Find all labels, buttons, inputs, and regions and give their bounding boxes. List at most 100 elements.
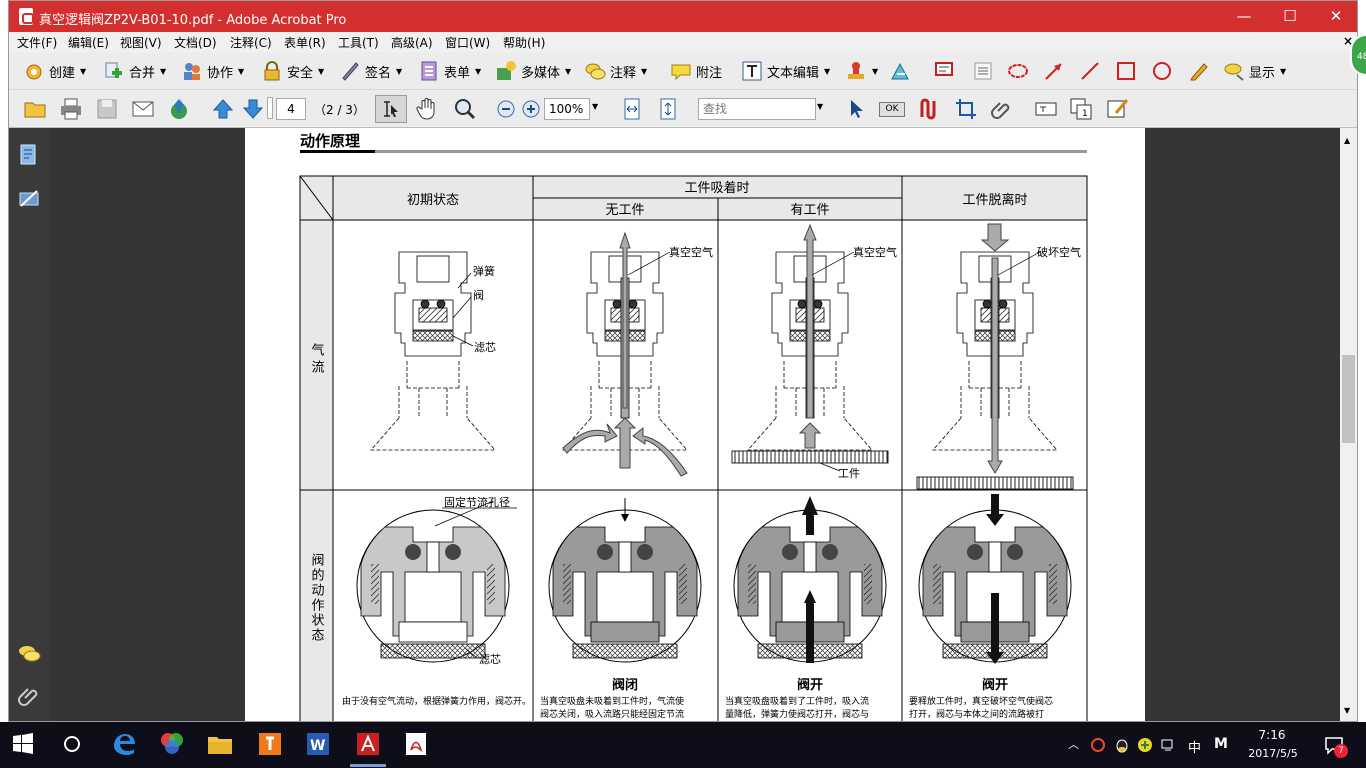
ok-button[interactable]: OK <box>879 102 905 117</box>
print-icon[interactable] <box>59 97 83 121</box>
tray-expand-icon[interactable]: ︿ <box>1068 736 1079 752</box>
menu-document[interactable]: 文档(D) <box>174 34 217 51</box>
pdf-editor-app-icon[interactable] <box>256 730 284 758</box>
comment-button[interactable]: 注释 ▼ <box>584 59 647 83</box>
menu-view[interactable]: 视图(V) <box>120 34 162 51</box>
menu-tools[interactable]: 工具(T) <box>338 34 379 51</box>
arrow-tool-button[interactable] <box>1043 59 1065 83</box>
note-button[interactable]: 附注 <box>670 59 722 83</box>
clock-time[interactable]: 7:16 <box>1247 728 1297 742</box>
ime-mode-icon[interactable]: M <box>1214 736 1228 752</box>
zoom-field[interactable]: 100% <box>544 98 590 120</box>
show-button[interactable]: 显示 ▼ <box>1223 59 1286 83</box>
attachment-link-icon[interactable] <box>989 97 1013 121</box>
menu-file[interactable]: 文件(F) <box>17 34 57 51</box>
collaborate-button[interactable]: 协作 ▼ <box>181 59 244 83</box>
textbox-markup-button[interactable] <box>934 59 956 83</box>
open-folder-icon[interactable] <box>23 97 47 121</box>
search-icon[interactable] <box>58 730 86 758</box>
menu-edit[interactable]: 编辑(E) <box>68 34 109 51</box>
navigation-pane <box>9 128 50 721</box>
acrobat-window: 真空逻辑阀ZP2V-B01-10.pdf - Adobe Acrobat Pro… <box>8 0 1358 722</box>
form-edit-icon[interactable] <box>1106 97 1130 121</box>
chevron-down-icon: ▼ <box>824 66 831 76</box>
close-button[interactable]: ✕ <box>1313 1 1357 32</box>
label-valve: 阀 <box>473 288 484 302</box>
oval-tool-button[interactable] <box>1151 59 1173 83</box>
security-shield-icon[interactable] <box>1137 737 1153 753</box>
text-edit-button[interactable]: 文本编辑 ▼ <box>741 59 830 83</box>
hand-tool-icon[interactable] <box>415 97 439 121</box>
pencil-tool-button[interactable] <box>1188 59 1210 83</box>
secure-button[interactable]: 安全 ▼ <box>261 59 324 83</box>
label-vacuum-air-1: 真空空气 <box>669 245 713 259</box>
ime-indicator[interactable]: 中 <box>1188 737 1201 756</box>
arrow-up-icon[interactable] <box>211 97 235 121</box>
comment-bubbles-icon <box>585 63 606 80</box>
stamp-button[interactable]: ▼ <box>845 59 878 83</box>
menu-window[interactable]: 窗口(W) <box>445 34 490 51</box>
select-arrow-icon[interactable] <box>845 97 869 121</box>
menu-advanced[interactable]: 高级(A) <box>391 34 433 51</box>
acrobat-taskbar-icon[interactable] <box>354 730 382 758</box>
create-button[interactable]: 创建 ▼ <box>23 59 86 83</box>
zoom-dropdown-icon[interactable]: ▼ <box>592 102 598 111</box>
page-number-field[interactable]: 4 <box>276 98 306 120</box>
select-tool-button[interactable] <box>375 95 407 123</box>
file-explorer-icon[interactable] <box>206 730 234 758</box>
find-input[interactable]: 查找 <box>698 98 816 120</box>
link-squiggle-icon[interactable] <box>917 97 941 121</box>
page-number-tool-icon[interactable]: 1 <box>1069 97 1093 121</box>
combine-button[interactable]: 合并 ▼ <box>103 59 166 83</box>
sign-button[interactable]: 签名 ▼ <box>339 59 402 83</box>
callout-button[interactable] <box>889 59 911 83</box>
scroll-up-icon[interactable]: ▲ <box>1344 136 1350 145</box>
fit-width-icon[interactable] <box>620 97 644 121</box>
col-header-initial: 初期状态 <box>407 193 459 208</box>
attachments-panel-icon[interactable] <box>18 684 40 708</box>
signatures-panel-icon[interactable] <box>18 188 40 210</box>
cloud-tool-button[interactable] <box>1007 59 1029 83</box>
zoom-in-icon[interactable] <box>519 97 543 121</box>
find-dropdown-icon[interactable]: ▼ <box>817 102 823 111</box>
text-field-icon[interactable] <box>1034 97 1058 121</box>
maximize-button[interactable]: ☐ <box>1267 1 1313 32</box>
email-icon[interactable] <box>131 97 155 121</box>
forms-button[interactable]: 表单 ▼ <box>418 59 481 83</box>
edge-browser-icon[interactable] <box>110 730 138 758</box>
rectangle-tool-button[interactable] <box>1115 59 1137 83</box>
minimize-button[interactable]: — <box>1221 1 1267 32</box>
windows-start-icon[interactable] <box>10 730 36 758</box>
col-header-no-work: 无工件 <box>605 203 644 218</box>
network-icon[interactable] <box>1160 737 1176 753</box>
save-icon[interactable] <box>95 97 119 121</box>
qq-icon[interactable] <box>1114 737 1130 753</box>
vertical-scrollbar[interactable]: ▲ ▼ <box>1340 128 1357 721</box>
page-number-input[interactable] <box>267 97 273 119</box>
word-app-icon[interactable]: W <box>304 730 332 758</box>
zoom-out-icon[interactable] <box>494 97 518 121</box>
color-app-icon[interactable] <box>158 730 186 758</box>
acrobat-reader-icon[interactable] <box>402 730 430 758</box>
menu-comments[interactable]: 注释(C) <box>230 34 272 51</box>
scroll-down-icon[interactable]: ▼ <box>1344 706 1350 715</box>
upload-globe-icon[interactable] <box>167 97 191 121</box>
fit-page-icon[interactable] <box>656 97 680 121</box>
scroll-thumb[interactable] <box>1342 355 1355 443</box>
list-button[interactable] <box>972 59 994 83</box>
menu-forms[interactable]: 表单(R) <box>284 34 326 51</box>
airflow-arrows <box>562 223 1010 477</box>
multimedia-button[interactable]: 多媒体 ▼ <box>495 59 571 83</box>
workpiece-block-1 <box>731 450 889 464</box>
comments-panel-icon[interactable] <box>17 643 41 665</box>
menu-help[interactable]: 帮助(H) <box>503 34 545 51</box>
tray-app-icon[interactable] <box>1090 737 1106 753</box>
arrow-down-icon[interactable] <box>241 97 265 121</box>
pages-panel-icon[interactable] <box>18 143 40 167</box>
side-badge[interactable]: 48 <box>1350 34 1366 76</box>
label-fixed-orifice: 固定节流孔径 <box>444 495 510 509</box>
zoom-tool-icon[interactable] <box>453 97 477 121</box>
line-tool-button[interactable] <box>1079 59 1101 83</box>
crop-icon[interactable] <box>954 97 978 121</box>
clock-date[interactable]: 2017/5/5 <box>1246 747 1300 760</box>
